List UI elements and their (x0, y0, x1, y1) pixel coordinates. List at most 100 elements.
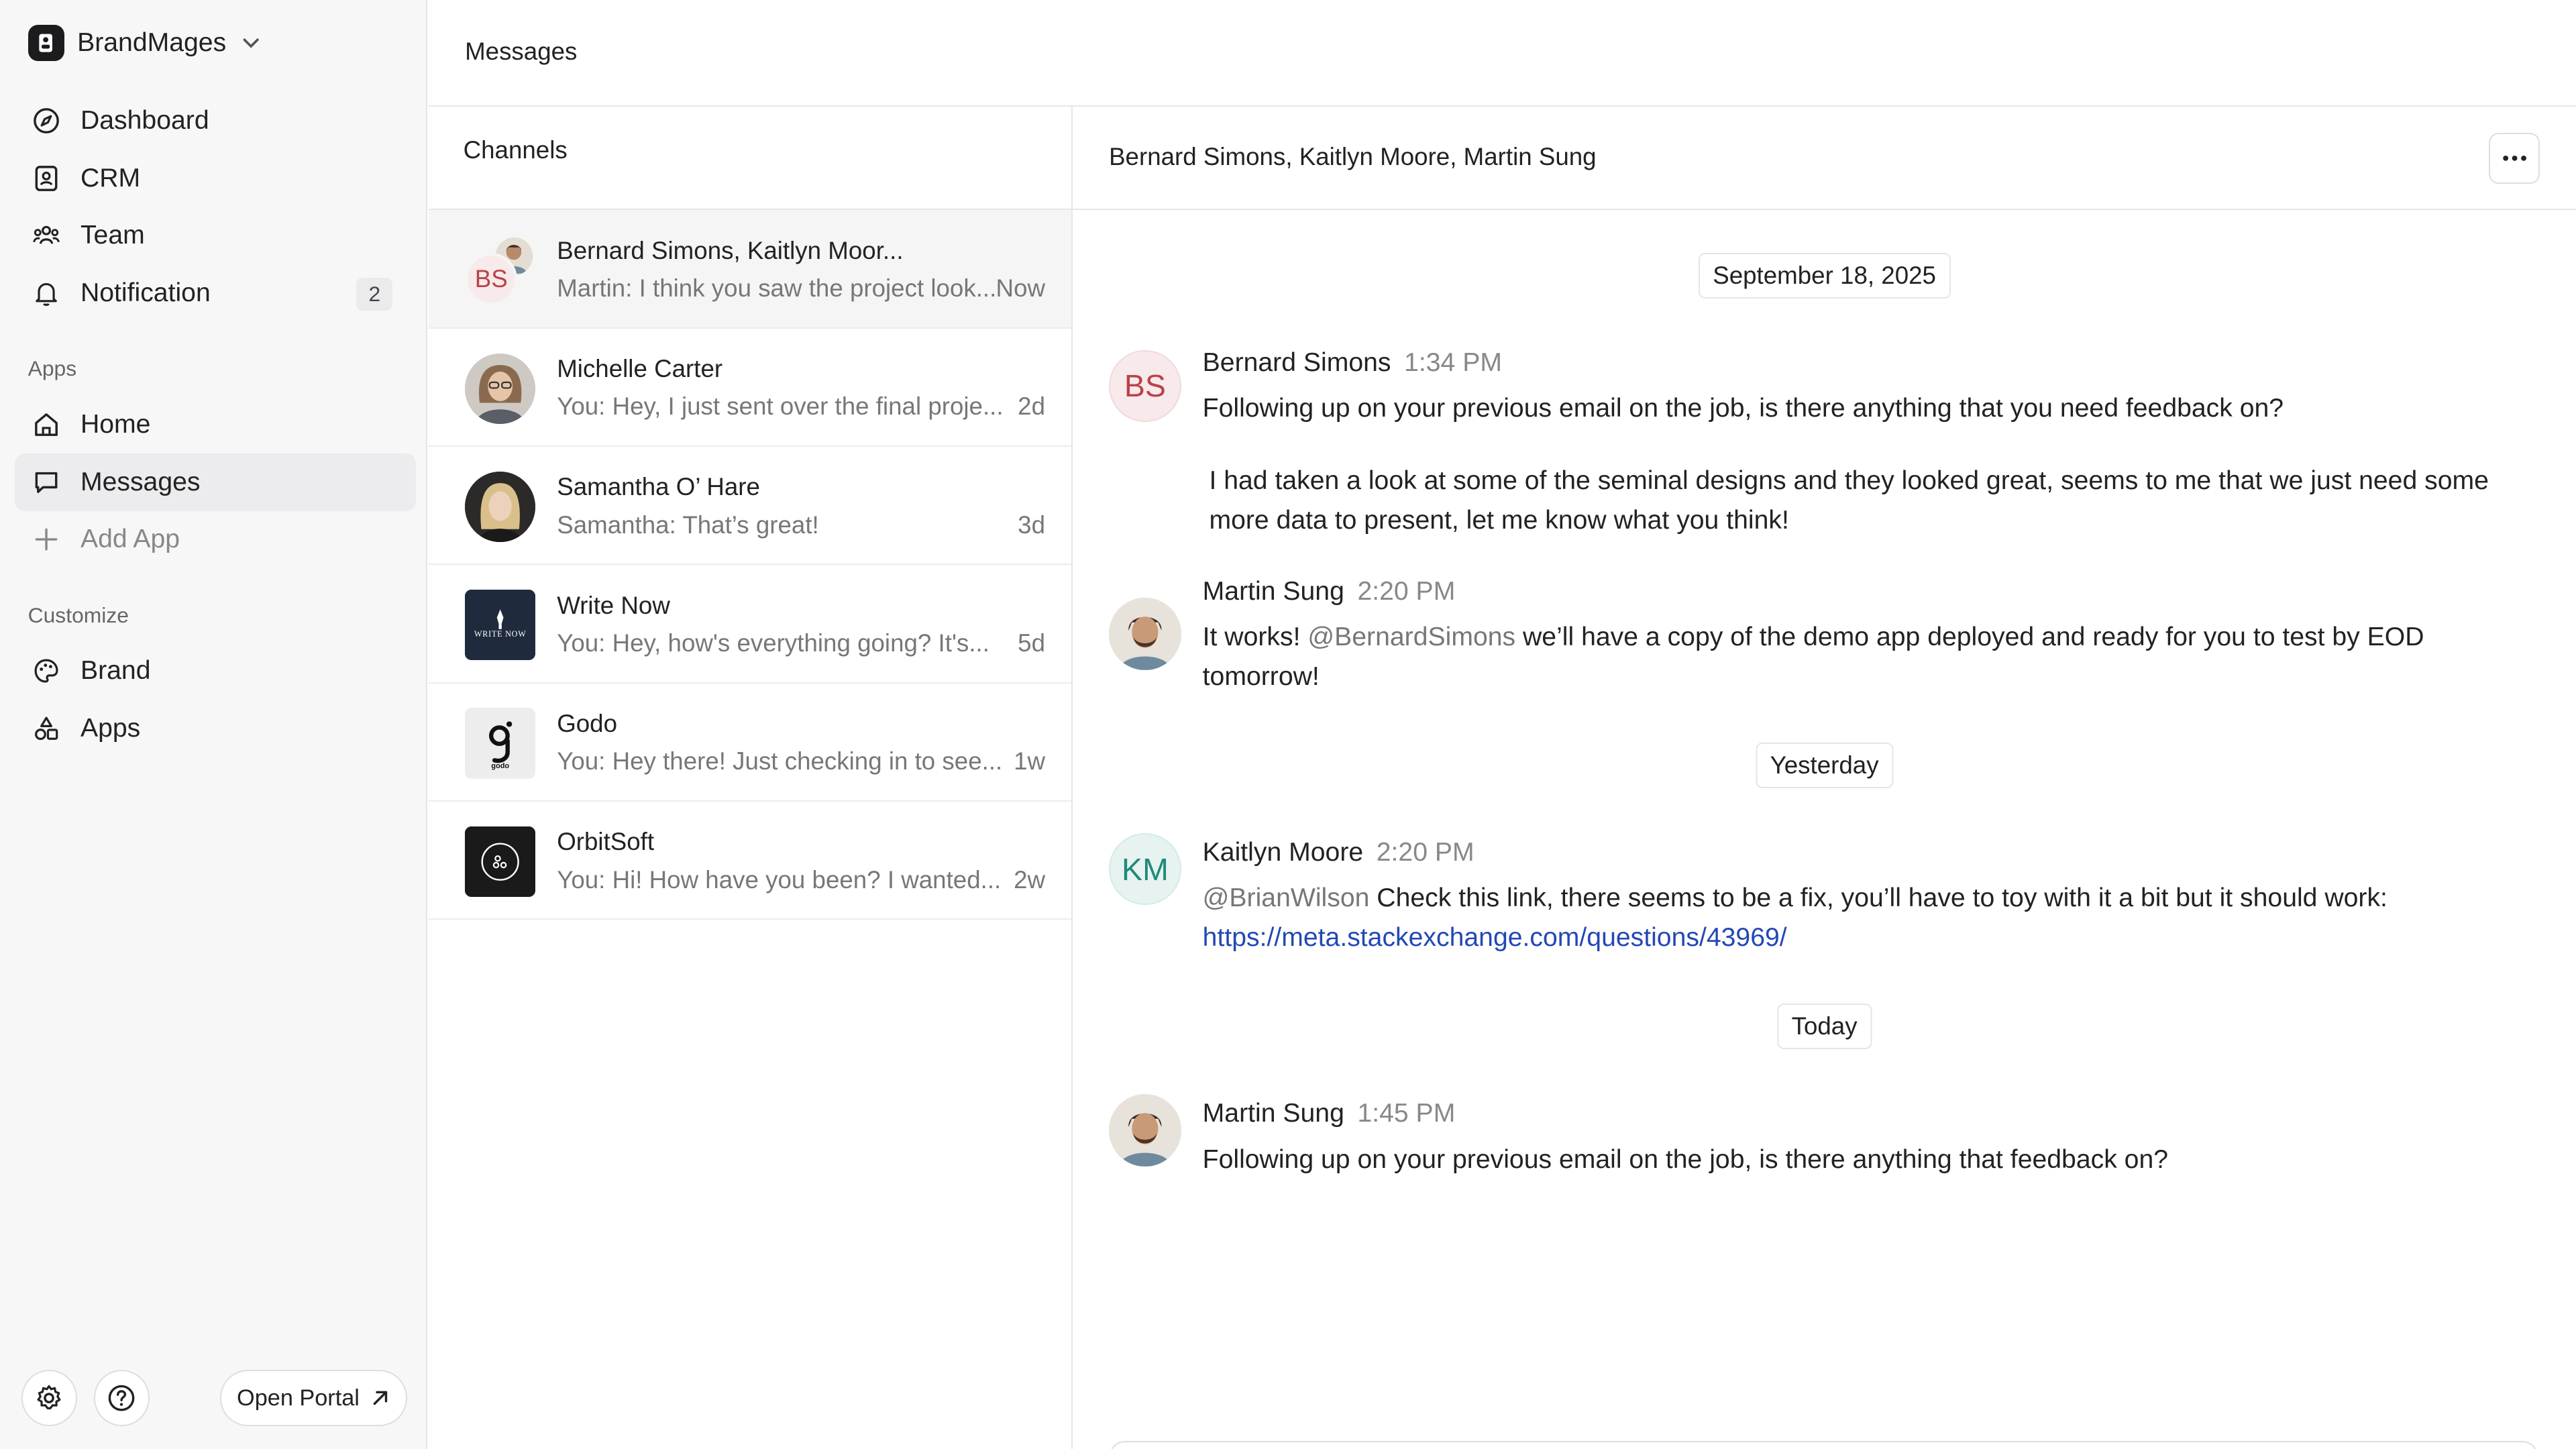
nav-item-label: Brand (80, 656, 151, 686)
channel-preview: You: Hey, I just sent over the final pro… (557, 392, 1004, 421)
message-text: It works! @BernardSimons we’ll have a co… (1203, 618, 2534, 697)
orbitsoft-logo (465, 826, 536, 898)
channel-name: Write Now (557, 591, 670, 619)
app-window: BrandMages Dashboard CRM Team Notificati… (0, 0, 2576, 1449)
nav-item-label: Apps (80, 714, 141, 743)
channel-time: 1w (1014, 747, 1046, 775)
message-text: @BrianWilson Check this link, there seem… (1203, 879, 2534, 958)
message-icon (35, 472, 57, 493)
write-now-logo-text: WRITE NOW (474, 629, 527, 639)
open-portal-button[interactable]: Open Portal (220, 1370, 408, 1426)
nav-item-crm[interactable]: CRM (15, 150, 416, 207)
workspace-logo-icon (28, 24, 64, 61)
help-circle-icon (108, 1385, 135, 1411)
channel-time: 2w (1014, 865, 1046, 894)
notification-count-badge: 2 (356, 277, 393, 311)
chevron-down-icon (243, 38, 259, 48)
channel-preview: Samantha: That’s great! (557, 511, 819, 539)
channel-preview: You: Hey, how's everything going? It's..… (557, 629, 989, 657)
channel-item[interactable]: WRITE NOW Write Now You: Hey, how's ever… (429, 565, 1072, 684)
sidebar: BrandMages Dashboard CRM Team Notificati… (0, 0, 427, 1449)
message-composer[interactable] (1109, 1440, 2538, 1449)
channels-title: Channels (463, 136, 568, 164)
channels-header: Channels (429, 107, 1072, 211)
apps-nav: Home Messages Add App (15, 396, 416, 568)
avatar (1109, 598, 1181, 671)
nav-item-label: Team (80, 221, 145, 250)
message-author: Kaitlyn Moore (1202, 837, 1364, 867)
nav-item-add-app[interactable]: Add App (15, 511, 416, 569)
settings-button[interactable] (21, 1370, 78, 1426)
avatar-initials: KM (1109, 833, 1181, 906)
nav-item-label: Messages (80, 467, 201, 496)
channel-name: Samantha O’ Hare (557, 473, 760, 501)
godo-logo-text: godo (491, 762, 510, 771)
more-horizontal-icon (2502, 156, 2526, 162)
shapes-icon (34, 716, 58, 741)
message-time: 1:45 PM (1357, 1099, 1456, 1128)
write-now-logo: WRITE NOW (465, 590, 536, 661)
channel-name: Bernard Simons, Kaitlyn Moor... (557, 236, 904, 264)
channel-item[interactable]: Michelle Carter You: Hey, I just sent ov… (429, 329, 1072, 447)
conversation-panel: Bernard Simons, Kaitlyn Moore, Martin Su… (1073, 107, 2576, 1449)
contact-card-icon (35, 165, 57, 191)
channel-item[interactable]: OrbitSoft You: Hi! How have you been? I … (429, 802, 1072, 920)
message-header: Kaitlyn Moore 2:20 PM (1203, 838, 1474, 867)
message-header: Martin Sung 1:45 PM (1203, 1099, 1456, 1128)
avatar-initials: BS (465, 253, 518, 306)
nav-item-label: Dashboard (80, 105, 209, 135)
channel-preview: You: Hey there! Just checking in to see.… (557, 747, 1003, 775)
avatar (1109, 1094, 1181, 1167)
message-author: Bernard Simons (1202, 348, 1391, 378)
nav-item-brand[interactable]: Brand (15, 643, 416, 700)
channel-preview: Martin: I think you saw the project look… (557, 274, 997, 302)
channel-name: Godo (557, 709, 618, 737)
nav-item-apps[interactable]: Apps (15, 700, 416, 757)
help-button[interactable] (93, 1370, 150, 1426)
open-portal-label: Open Portal (237, 1385, 360, 1411)
channel-time: Now (996, 274, 1046, 302)
nav-item-messages[interactable]: Messages (15, 453, 416, 511)
message-text-part: It works! (1202, 622, 1308, 651)
message-time: 2:20 PM (1376, 837, 1474, 867)
message-time: 2:20 PM (1357, 576, 1456, 606)
channel-item[interactable]: godo Godo You: Hey there! Just checking … (429, 684, 1072, 802)
message-text: Following up on your previous email on t… (1202, 394, 2284, 423)
team-icon (32, 226, 60, 245)
channel-item[interactable]: BS Bernard Simons, Kaitlyn Moor... Marti… (429, 210, 1072, 329)
date-divider: September 18, 2025 (1698, 253, 1951, 299)
conversation-title: Bernard Simons, Kaitlyn Moore, Martin Su… (1109, 143, 1597, 171)
mention-link[interactable]: @BernardSimons (1307, 623, 1515, 651)
page-header: Messages (429, 0, 2576, 107)
customize-nav: Brand Apps (15, 643, 416, 757)
channel-name: OrbitSoft (557, 828, 655, 856)
compass-icon (33, 108, 59, 133)
nav-item-notification[interactable]: Notification 2 (15, 264, 416, 322)
avatar (465, 353, 536, 424)
channel-item[interactable]: Samantha O’ Hare Samantha: That’s great!… (429, 447, 1072, 566)
conversation-header: Bernard Simons, Kaitlyn Moore, Martin Su… (1073, 107, 2576, 211)
arrow-up-right-icon (373, 1391, 387, 1405)
bell-icon (35, 283, 57, 307)
channel-time: 3d (1018, 511, 1046, 539)
nav-item-dashboard[interactable]: Dashboard (15, 92, 416, 150)
message-link[interactable]: https://meta.stackexchange.com/questions… (1203, 923, 1787, 952)
nav-item-team[interactable]: Team (15, 207, 416, 265)
channel-time: 5d (1018, 629, 1046, 657)
message-author: Martin Sung (1202, 576, 1344, 606)
palette-icon (34, 659, 58, 683)
main-nav: Dashboard CRM Team Notification 2 (15, 92, 416, 322)
channel-preview: You: Hi! How have you been? I wanted... (557, 865, 1002, 894)
workspace-switcher[interactable]: BrandMages (28, 23, 262, 62)
home-icon (34, 413, 58, 436)
gear-icon (37, 1385, 61, 1409)
nav-item-label: CRM (80, 163, 141, 193)
group-avatar: BS (465, 235, 536, 306)
mention-link[interactable]: @BrianWilson (1203, 883, 1370, 912)
more-options-button[interactable] (2489, 133, 2540, 184)
avatar-initials: BS (1109, 350, 1181, 423)
nav-item-home[interactable]: Home (15, 396, 416, 453)
message-text-part: Check this link, there seems to be a fix… (1369, 883, 2387, 913)
customize-section-label: Customize (28, 602, 129, 627)
message-header: Martin Sung 2:20 PM (1203, 577, 1456, 606)
